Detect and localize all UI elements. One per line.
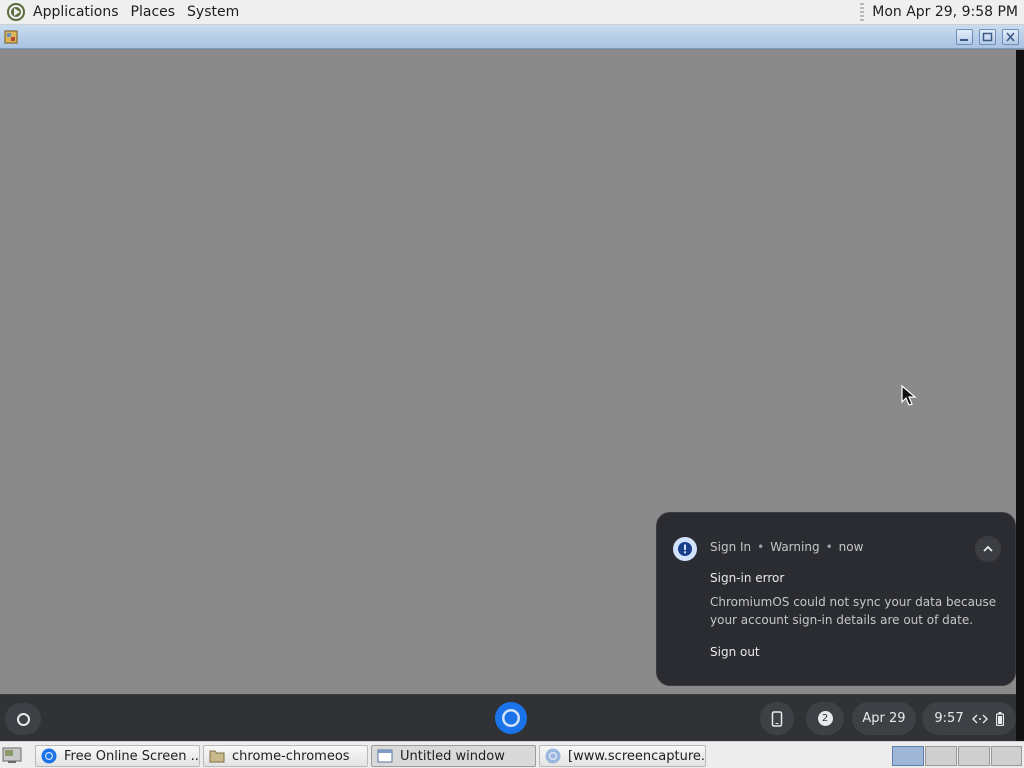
notification-header: Sign In • Warning • now	[710, 540, 863, 554]
launcher-circle-icon	[17, 713, 30, 726]
separator-dot: •	[757, 540, 765, 554]
taskbar-item-label: chrome-chromeos	[232, 748, 350, 764]
panel-drag-handle[interactable]	[860, 3, 865, 21]
window-icon	[377, 749, 393, 763]
taskbar-item[interactable]: Free Online Screen ...	[35, 745, 200, 767]
workspace-4[interactable]	[991, 746, 1022, 766]
date-tray-button[interactable]: Apr 29	[852, 702, 916, 735]
taskbar-item[interactable]: [www.screencapture...	[539, 745, 706, 767]
notification-count-badge: 2	[817, 711, 833, 726]
minimize-button[interactable]	[956, 29, 973, 45]
shelf-time: 9:57	[934, 711, 964, 726]
notification-counter-button[interactable]: 2	[806, 702, 844, 735]
phone-hub-button[interactable]	[760, 702, 794, 735]
taskbar-item-label: [www.screencapture...	[568, 748, 706, 764]
chromium-icon[interactable]	[494, 701, 528, 735]
places-menu[interactable]: Places	[131, 4, 176, 20]
launcher-button[interactable]	[5, 703, 41, 735]
chromium-icon	[545, 748, 561, 764]
mouse-pointer-icon	[901, 385, 917, 406]
app-icon[interactable]	[4, 30, 18, 44]
system-tray-button[interactable]: 9:57	[922, 702, 1016, 735]
notification-title: Sign-in error	[710, 571, 785, 585]
close-icon	[1006, 32, 1015, 42]
phone-icon	[771, 710, 783, 727]
notification-body: ChromiumOS could not sync your data beca…	[710, 595, 997, 627]
window-right-edge	[1016, 50, 1024, 741]
ethernet-icon	[971, 714, 988, 723]
chevron-up-icon	[983, 545, 993, 552]
system-menu[interactable]: System	[187, 4, 239, 20]
folder-icon	[209, 750, 225, 763]
notification-source: Sign In	[710, 540, 752, 554]
distro-logo-icon[interactable]	[6, 2, 26, 22]
workspace-2[interactable]	[925, 746, 957, 766]
battery-icon	[995, 711, 1004, 726]
window-titlebar[interactable]	[0, 25, 1024, 49]
taskbar-item[interactable]: Untitled window	[371, 745, 536, 767]
separator-dot: •	[825, 540, 833, 554]
taskbar-item[interactable]: chrome-chromeos	[203, 745, 368, 767]
notification-severity: Warning	[770, 540, 820, 554]
applications-menu[interactable]: Applications	[33, 4, 119, 20]
taskbar-item-label: Free Online Screen ...	[64, 748, 200, 764]
sign-in-notification[interactable]: Sign In • Warning • now Sign-in error Ch…	[656, 512, 1016, 686]
bottom-taskbar: Free Online Screen ... chrome-chromeos U…	[0, 741, 1024, 768]
taskbar-item-label: Untitled window	[400, 748, 505, 764]
maximize-icon	[982, 32, 993, 42]
chromium-icon	[41, 748, 57, 764]
workspace-3[interactable]	[958, 746, 990, 766]
maximize-button[interactable]	[979, 29, 996, 45]
sign-out-button[interactable]: Sign out	[710, 645, 760, 659]
panel-clock[interactable]: Mon Apr 29, 9:58 PM	[872, 4, 1018, 20]
minimize-icon	[960, 39, 968, 41]
top-panel: Applications Places System Mon Apr 29, 9…	[0, 0, 1024, 25]
warning-icon	[673, 537, 697, 561]
close-button[interactable]	[1002, 29, 1019, 45]
workspace-1[interactable]	[892, 746, 924, 766]
chromeos-shelf: 2 Apr 29 9:57	[0, 694, 1016, 741]
collapse-button[interactable]	[975, 536, 1001, 562]
show-desktop-icon[interactable]	[2, 747, 22, 764]
notification-time: now	[838, 540, 864, 554]
